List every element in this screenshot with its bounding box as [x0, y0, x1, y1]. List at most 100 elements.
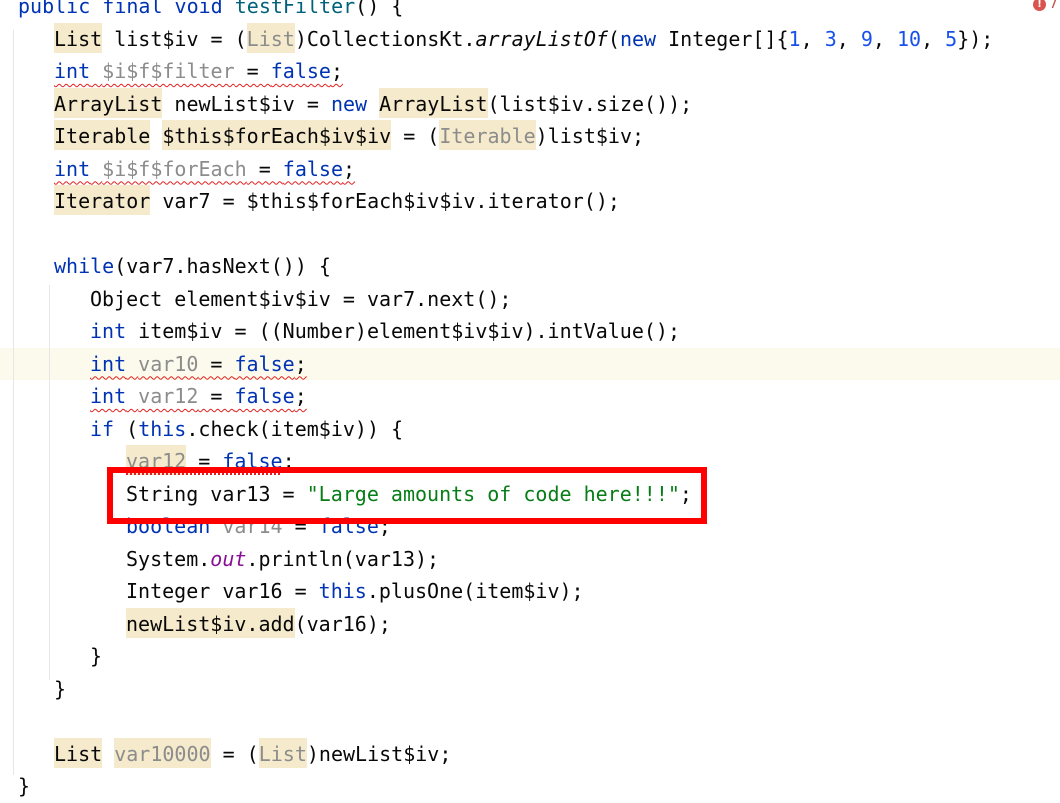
code-line[interactable]: while(var7.hasNext()) { [0, 250, 1060, 283]
code-token: var10 [138, 351, 199, 376]
code-token: Integer[]{ [656, 26, 789, 51]
code-token: (list$iv.size()); [487, 91, 693, 116]
code-token: } [54, 676, 67, 701]
code-token: int [90, 319, 127, 343]
code-token: 3 [824, 26, 837, 51]
problems-indicator[interactable]: ! 7 [1033, 0, 1058, 12]
code-token: var12 [138, 384, 199, 408]
code-line[interactable]: ArrayList newList$iv = new ArrayList(lis… [0, 87, 1060, 121]
code-token: List [258, 737, 307, 768]
code-token: int [54, 59, 91, 83]
code-line[interactable]: int item$iv = ((Number)element$iv$iv).in… [0, 315, 1060, 348]
indent-guide [49, 285, 50, 680]
code-token: , [872, 26, 897, 51]
code-line[interactable]: int $i$f$forEach = false; [0, 153, 1060, 186]
code-token: int [90, 351, 127, 376]
code-token: false [234, 384, 295, 408]
code-token: List [54, 22, 103, 53]
code-token: ; [294, 384, 307, 408]
code-token: System. [126, 546, 211, 571]
code-token: 9 [860, 26, 873, 51]
code-token: .println(var13); [246, 546, 440, 571]
code-token: Iterable [439, 120, 536, 150]
code-line[interactable]: System.out.println(var13); [0, 543, 1060, 576]
code-token: = [234, 59, 271, 83]
code-token: )newList$iv; [306, 741, 452, 766]
code-token: int [54, 156, 91, 181]
code-token: Iterator [54, 185, 151, 215]
code-token: false [282, 156, 344, 181]
code-token: if [90, 416, 115, 441]
code-token: Object element$iv$iv = var7.next(); [90, 286, 512, 311]
code-token: 1 [788, 26, 801, 51]
code-token: list$iv = ( [102, 26, 247, 51]
code-line[interactable]: } [0, 770, 1060, 803]
code-token: $i$f$filter [102, 59, 235, 83]
code-line[interactable]: newList$iv.add(var16); [0, 607, 1060, 641]
error-icon: ! [1033, 0, 1047, 11]
code-token: this [138, 416, 187, 441]
code-token: Integer var16 = [126, 579, 319, 603]
code-token: )CollectionsKt. [294, 26, 476, 51]
code-token: ArrayList [54, 87, 163, 118]
code-token: ; [330, 59, 344, 83]
code-line[interactable]: public final void testFilter() { [0, 0, 1060, 23]
code-line[interactable]: Iterable $this$forEach$iv$iv = (Iterable… [0, 120, 1060, 153]
code-token: )list$iv; [535, 124, 645, 148]
code-token: while [54, 254, 115, 278]
code-line[interactable]: int var10 = false; [0, 347, 1060, 380]
code-token: new [619, 26, 657, 51]
code-token: = ( [210, 741, 259, 766]
code-line[interactable] [0, 705, 1060, 738]
code-token: .plusOne(item$iv); [366, 579, 584, 603]
code-line[interactable]: List var10000 = (List)newList$iv; [0, 737, 1060, 771]
code-token: item$iv = ((Number)element$iv$iv).intVal… [126, 319, 681, 343]
code-token: ; [294, 351, 307, 376]
code-line[interactable]: Iterator var7 = $this$forEach$iv$iv.iter… [0, 185, 1060, 218]
code-line[interactable]: List list$iv = (List)CollectionsKt.array… [0, 22, 1060, 56]
code-token: = [246, 156, 283, 181]
code-token: , [800, 26, 825, 51]
code-line[interactable]: int $i$f$filter = false; [0, 55, 1060, 88]
code-token: arrayListOf [475, 26, 608, 51]
code-token: ( [607, 26, 620, 51]
code-line[interactable]: if (this.check(item$iv)) { [0, 413, 1060, 446]
code-token: List [54, 737, 103, 768]
code-token: public final void [18, 0, 235, 18]
code-line[interactable] [0, 218, 1060, 251]
code-line[interactable]: int var12 = false; [0, 380, 1060, 413]
code-token: (var16); [294, 611, 391, 636]
code-token: newList$iv = [162, 91, 331, 116]
code-token: , [836, 26, 861, 51]
code-line[interactable]: } [0, 673, 1060, 706]
code-token: }); [957, 26, 994, 51]
code-token: } [18, 774, 31, 798]
code-token: ; [343, 156, 356, 181]
code-token: int [90, 384, 127, 408]
code-token: newList$iv.add [126, 607, 295, 638]
code-token: $i$f$forEach [102, 156, 247, 181]
code-token: ( [114, 416, 139, 441]
code-token: false [270, 59, 331, 83]
code-line[interactable]: } [0, 640, 1060, 673]
code-token: () { [355, 0, 404, 18]
code-token: false [234, 351, 295, 376]
code-token: } [90, 644, 103, 668]
code-token: ArrayList [379, 87, 488, 118]
code-token: new [330, 91, 368, 116]
code-line[interactable]: Object element$iv$iv = var7.next(); [0, 283, 1060, 316]
code-token: out [210, 546, 247, 571]
code-token: var10000 [114, 737, 211, 768]
code-token: List [246, 22, 295, 53]
code-token: , [921, 26, 946, 51]
code-token: $this$forEach$iv$iv [162, 120, 392, 150]
code-token: = ( [391, 124, 440, 148]
code-token: testFilter [234, 0, 356, 18]
code-line[interactable]: Integer var16 = this.plusOne(item$iv); [0, 575, 1060, 608]
